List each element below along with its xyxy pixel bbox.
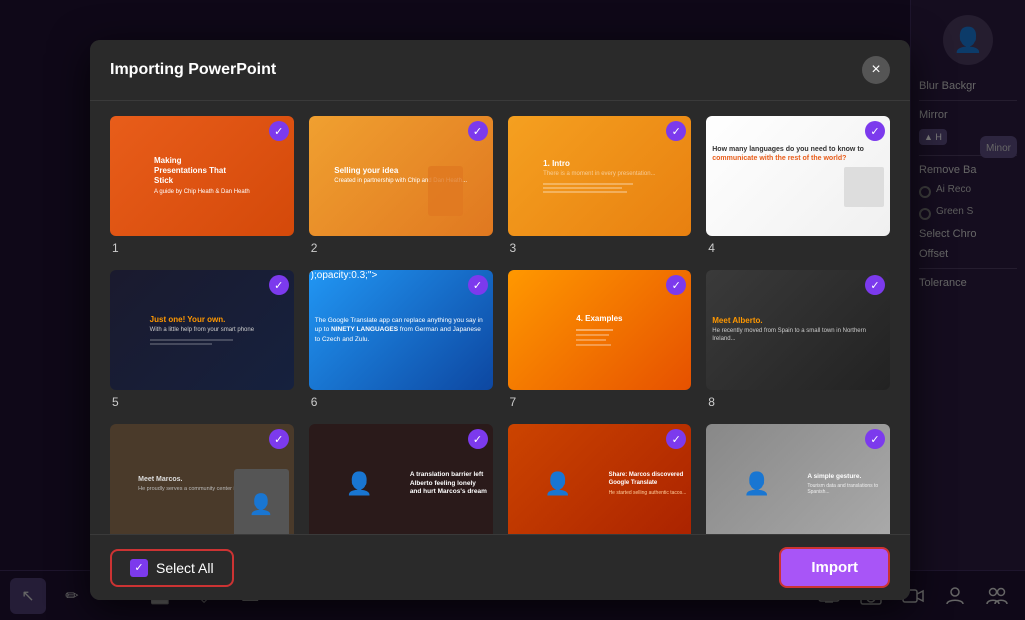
close-button[interactable]: ×	[862, 56, 890, 84]
slide-thumb-6[interactable]: ');opacity:0.3;"> The Google Translate a…	[309, 270, 493, 390]
slide-check-3: ✓	[666, 121, 686, 141]
modal-header: Importing PowerPoint ×	[90, 40, 910, 101]
slide-item-3: 1. Intro There is a moment in every pres…	[508, 116, 692, 255]
slide-item-6: ');opacity:0.3;"> The Google Translate a…	[309, 270, 493, 409]
slide-item-9: Meet Marcos. He proudly serves a communi…	[110, 424, 294, 534]
slide-item-2: Selling your idea Created in partnership…	[309, 116, 493, 255]
slide-number-3: 3	[508, 241, 692, 255]
select-all-button[interactable]: ✓ Select All	[110, 549, 234, 587]
slide-item-12: 👤 A simple gesture. Tourism data and tra…	[706, 424, 890, 534]
slide-thumb-5[interactable]: Just one! Your own. With a little help f…	[110, 270, 294, 390]
slide-number-6: 6	[309, 395, 493, 409]
slide-check-8: ✓	[865, 275, 885, 295]
select-all-label: Select All	[156, 560, 214, 576]
slide-thumb-7[interactable]: 4. Examples ✓	[508, 270, 692, 390]
modal-title: Importing PowerPoint	[110, 61, 276, 79]
slide-thumb-2[interactable]: Selling your idea Created in partnership…	[309, 116, 493, 236]
slide-item-1: MakingPresentations ThatStick A guide by…	[110, 116, 294, 255]
slide-number-4: 4	[706, 241, 890, 255]
slide-item-8: Meet Alberto. He recently moved from Spa…	[706, 270, 890, 409]
import-button[interactable]: Import	[779, 547, 890, 588]
slide-check-10: ✓	[468, 429, 488, 449]
slide-check-6: ✓	[468, 275, 488, 295]
slide-item-4: How many languages do you need to know t…	[706, 116, 890, 255]
slide-check-5: ✓	[269, 275, 289, 295]
slide-thumb-12[interactable]: 👤 A simple gesture. Tourism data and tra…	[706, 424, 890, 534]
slide-item-10: 👤 A translation barrier left Alberto fee…	[309, 424, 493, 534]
modal-footer: ✓ Select All Import	[90, 534, 910, 600]
slide-item-11: 👤 Share: Marcos discovered Google Transl…	[508, 424, 692, 534]
slide-thumb-9[interactable]: Meet Marcos. He proudly serves a communi…	[110, 424, 294, 534]
slide-check-1: ✓	[269, 121, 289, 141]
slide-thumb-4[interactable]: How many languages do you need to know t…	[706, 116, 890, 236]
slide-number-2: 2	[309, 241, 493, 255]
modal-overlay: Importing PowerPoint × MakingPresentatio…	[0, 0, 1025, 620]
slide-thumb-10[interactable]: 👤 A translation barrier left Alberto fee…	[309, 424, 493, 534]
slide-thumb-3[interactable]: 1. Intro There is a moment in every pres…	[508, 116, 692, 236]
slide-thumb-8[interactable]: Meet Alberto. He recently moved from Spa…	[706, 270, 890, 390]
slide-number-1: 1	[110, 241, 294, 255]
slide-item-5: Just one! Your own. With a little help f…	[110, 270, 294, 409]
import-modal: Importing PowerPoint × MakingPresentatio…	[90, 40, 910, 600]
slide-check-9: ✓	[269, 429, 289, 449]
slide-check-7: ✓	[666, 275, 686, 295]
select-all-checkbox: ✓	[130, 559, 148, 577]
slide-item-7: 4. Examples ✓ 7	[508, 270, 692, 409]
slides-grid: MakingPresentations ThatStick A guide by…	[90, 101, 910, 534]
slide-number-7: 7	[508, 395, 692, 409]
slide-number-8: 8	[706, 395, 890, 409]
slide-thumb-11[interactable]: 👤 Share: Marcos discovered Google Transl…	[508, 424, 692, 534]
slide-check-2: ✓	[468, 121, 488, 141]
slide-check-12: ✓	[865, 429, 885, 449]
slide-check-4: ✓	[865, 121, 885, 141]
slide-number-5: 5	[110, 395, 294, 409]
slide-thumb-1[interactable]: MakingPresentations ThatStick A guide by…	[110, 116, 294, 236]
